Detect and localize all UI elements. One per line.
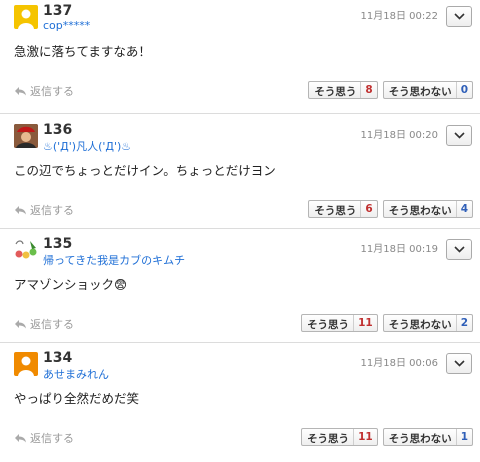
agree-count: 11 xyxy=(353,315,377,331)
vote-buttons: そう思う 11 そう思わない 2 xyxy=(301,314,473,332)
reply-button[interactable]: 返信する xyxy=(14,430,74,446)
vote-buttons: そう思う 6 そう思わない 4 xyxy=(308,200,473,218)
agree-button[interactable]: そう思う 6 xyxy=(308,200,378,218)
comment-number: 137 xyxy=(43,3,73,19)
comment-text: やっぱり全然だめだ笑 xyxy=(14,391,140,406)
comment-date: 11月18日 00:20 xyxy=(360,130,438,141)
comment-username[interactable]: あせまみれん xyxy=(43,366,109,382)
divider xyxy=(0,228,480,229)
comment-username[interactable]: 帰ってきた我是カブのキムチ xyxy=(43,252,185,268)
comment-text: この辺でちょっとだけイン。ちょっとだけヨン xyxy=(14,163,276,178)
comment-136: 136 ♨('Д')凡人('Д')♨ 11月18日 00:20 この辺でちょっと… xyxy=(0,119,480,234)
comment-date: 11月18日 00:19 xyxy=(360,244,438,255)
vote-buttons: そう思う 8 そう思わない 0 xyxy=(308,81,473,99)
vote-buttons: そう思う 11 そう思わない 1 xyxy=(301,428,473,446)
comment-menu-button[interactable] xyxy=(446,239,472,260)
agree-button[interactable]: そう思う 8 xyxy=(308,81,378,99)
avatar[interactable] xyxy=(14,238,38,262)
comment-date: 11月18日 00:22 xyxy=(360,11,438,22)
comment-137: 137 cop***** 11月18日 00:22 急激に落ちてますなあ！ 返信… xyxy=(0,0,480,115)
agree-count: 6 xyxy=(360,201,376,217)
disagree-label: そう思わない xyxy=(388,433,452,445)
reply-button[interactable]: 返信する xyxy=(14,83,74,99)
agree-label: そう思う xyxy=(314,86,357,98)
disagree-label: そう思わない xyxy=(388,319,452,331)
reply-label: 返信する xyxy=(30,204,74,217)
disagree-count: 1 xyxy=(455,429,472,445)
comment-username[interactable]: ♨('Д')凡人('Д')♨ xyxy=(43,138,131,154)
comment-menu-button[interactable] xyxy=(446,6,472,27)
disagree-label: そう思わない xyxy=(388,86,452,98)
reply-arrow-icon xyxy=(15,320,26,329)
reply-label: 返信する xyxy=(30,318,74,331)
agree-count: 8 xyxy=(360,82,376,98)
disagree-button[interactable]: そう思わない 0 xyxy=(382,81,473,99)
avatar[interactable] xyxy=(14,5,38,29)
comment-date: 11月18日 00:06 xyxy=(360,358,438,369)
comment-135: 135 帰ってきた我是カブのキムチ 11月18日 00:19 アマゾンショック😨… xyxy=(0,233,480,348)
agree-count: 11 xyxy=(353,429,377,445)
agree-label: そう思う xyxy=(307,319,350,331)
agree-button[interactable]: そう思う 11 xyxy=(301,428,378,446)
disagree-button[interactable]: そう思わない 2 xyxy=(382,314,473,332)
reply-arrow-icon xyxy=(15,206,26,215)
comment-username[interactable]: cop***** xyxy=(43,19,90,32)
chevron-down-icon xyxy=(454,132,465,139)
comment-number: 135 xyxy=(43,236,73,252)
reply-button[interactable]: 返信する xyxy=(14,316,74,332)
reply-button[interactable]: 返信する xyxy=(14,202,74,218)
disagree-count: 0 xyxy=(455,82,472,98)
chevron-down-icon xyxy=(454,246,465,253)
chevron-down-icon xyxy=(454,360,465,367)
comment-number: 136 xyxy=(43,122,73,138)
agree-button[interactable]: そう思う 11 xyxy=(301,314,378,332)
agree-label: そう思う xyxy=(307,433,350,445)
avatar[interactable] xyxy=(14,352,38,376)
divider xyxy=(0,342,480,343)
comment-menu-button[interactable] xyxy=(446,125,472,146)
comment-number: 134 xyxy=(43,350,73,366)
disagree-button[interactable]: そう思わない 4 xyxy=(382,200,473,218)
disagree-button[interactable]: そう思わない 1 xyxy=(382,428,473,446)
reply-arrow-icon xyxy=(15,434,26,443)
comment-text: アマゾンショック😨 xyxy=(14,277,128,292)
avatar[interactable] xyxy=(14,124,38,148)
disagree-count: 4 xyxy=(455,201,472,217)
disagree-count: 2 xyxy=(455,315,472,331)
reply-arrow-icon xyxy=(15,87,26,96)
comment-text: 急激に落ちてますなあ！ xyxy=(14,44,151,59)
comment-134: 134 あせまみれん 11月18日 00:06 やっぱり全然だめだ笑 返信する … xyxy=(0,347,480,462)
reply-label: 返信する xyxy=(30,432,74,445)
disagree-label: そう思わない xyxy=(388,205,452,217)
chevron-down-icon xyxy=(454,13,465,20)
divider xyxy=(0,113,480,114)
reply-label: 返信する xyxy=(30,85,74,98)
comment-menu-button[interactable] xyxy=(446,353,472,374)
agree-label: そう思う xyxy=(314,205,357,217)
